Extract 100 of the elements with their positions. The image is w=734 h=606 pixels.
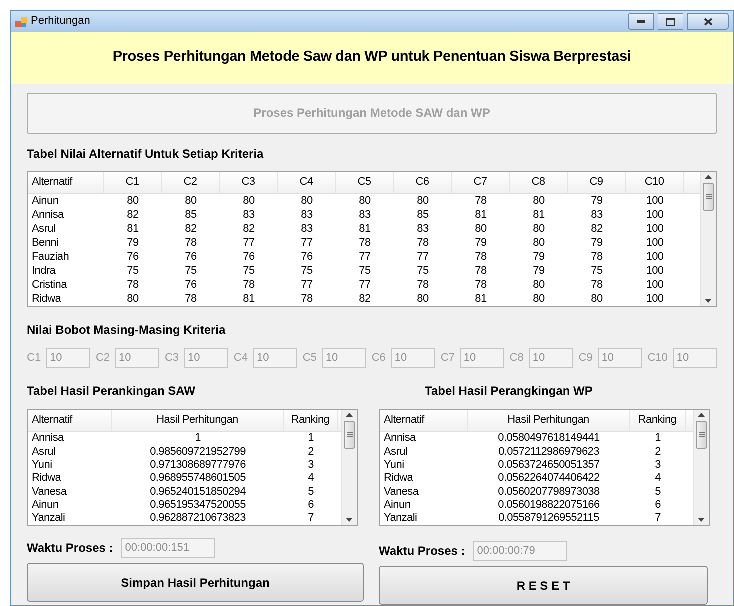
table-cell-text: 75: [184, 264, 198, 278]
column-header[interactable]: C5: [336, 172, 394, 193]
grip-icon: [698, 432, 704, 438]
table-cell-text: 80: [184, 194, 198, 208]
table-cell-text: 78: [474, 194, 488, 208]
table-cell-text: Cristina: [31, 278, 68, 292]
scroll-thumb[interactable]: [696, 420, 707, 449]
table-cell-text: Annisa: [31, 208, 66, 222]
vertical-scrollbar[interactable]: [341, 410, 357, 525]
section-title: Tabel Hasil Perangkingan WP: [425, 382, 594, 400]
table-cell-text: 100: [645, 250, 665, 264]
scroll-thumb[interactable]: [344, 420, 355, 449]
scroll-thumb[interactable]: [703, 182, 714, 211]
table-cell-text: Ainun: [383, 498, 412, 512]
table-cell-text: 77: [358, 278, 372, 292]
table-cell-text: 0.0572112986979623: [498, 445, 600, 459]
column-header[interactable]: C7: [452, 172, 510, 193]
table-cell-text: Annisa: [31, 432, 66, 446]
column-header[interactable]: Alternatif: [28, 410, 112, 431]
table-cell-text: Ainun: [31, 194, 60, 208]
table-cell-text: 80: [532, 194, 546, 208]
table-cell-text: 5: [654, 485, 662, 498]
header-title: Proses Perhitungan Metode Saw dan WP untuk Penentuan Siswa Berprestasi: [112, 48, 632, 68]
table-cell-text: 78: [242, 278, 256, 292]
scroll-up-icon[interactable]: [698, 412, 705, 417]
table-cell-text: 79: [532, 250, 546, 264]
table-cell-text: 76: [242, 250, 256, 264]
table-cell-text: 1: [307, 432, 315, 446]
table-cell-text: Ainun: [31, 498, 60, 512]
column-header[interactable]: Ranking: [630, 410, 686, 431]
table-cell-text: Fauziah: [31, 250, 70, 264]
table-cell-text: 78: [184, 292, 198, 306]
table-cell-text: 77: [300, 236, 314, 250]
table-cell-text: 0.0580497618149441: [497, 432, 601, 446]
table-cell-text: Ridwa: [31, 292, 62, 306]
field-label: C6: [372, 350, 386, 366]
table-cell-text: Annisa: [383, 432, 418, 446]
column-header[interactable]: Alternatif: [28, 172, 104, 193]
section-title: Nilai Bobot Masing-Masing Kriteria: [27, 322, 227, 339]
field-label: C8: [510, 350, 524, 366]
table-cell-text: Indra: [31, 264, 57, 278]
table-cell-text: 5: [307, 485, 315, 498]
table-cell-text: 80: [358, 194, 372, 208]
table-cell-text: 81: [126, 222, 140, 236]
column-header[interactable]: Hasil Perhitungan: [468, 410, 630, 431]
table-cell-text: 75: [300, 264, 314, 278]
scroll-down-icon[interactable]: [346, 518, 353, 522]
scroll-down-icon[interactable]: [705, 298, 712, 303]
maximize-button[interactable]: [658, 13, 683, 30]
maximize-icon: [666, 18, 675, 26]
column-header[interactable]: Alternatif: [380, 410, 468, 431]
column-header[interactable]: C9: [568, 172, 626, 193]
table-cell-text: 85: [184, 208, 198, 222]
table-cell-text: Yanzali: [383, 512, 418, 525]
minimize-button[interactable]: [628, 13, 654, 30]
table-cell-text: 83: [416, 222, 430, 236]
table-cell-text: 4: [307, 472, 315, 486]
table-cell-text: 75: [416, 264, 430, 278]
table-cell-text: 0.962887210673823: [149, 512, 247, 525]
reset-button[interactable]: R E S E T: [379, 566, 708, 605]
field-label: C9: [578, 350, 593, 366]
column-header[interactable]: C8: [510, 172, 568, 193]
table-cell-text: 80: [532, 236, 546, 250]
table-cell-text: 76: [184, 278, 198, 292]
table-cell-text: 76: [126, 250, 140, 264]
table-cell-text: Vanesa: [383, 485, 420, 498]
column-header[interactable]: Ranking: [284, 410, 338, 431]
table-cell-text: 4: [654, 472, 662, 486]
section-title: Tabel Nilai Alternatif Untuk Setiap Kriteria: [27, 146, 265, 163]
vertical-scrollbar[interactable]: [700, 172, 716, 306]
column-header[interactable]: C4: [278, 172, 336, 193]
table-cell-text: 75: [126, 264, 140, 278]
column-header[interactable]: Hasil Perhitungan: [112, 410, 284, 431]
column-header[interactable]: C3: [220, 172, 278, 193]
scroll-up-icon[interactable]: [705, 174, 712, 179]
scroll-down-icon[interactable]: [698, 518, 705, 522]
scroll-up-icon[interactable]: [346, 412, 353, 417]
table-cell-text: 2: [307, 445, 315, 459]
table-cell-text: 1: [654, 432, 662, 446]
vertical-scrollbar[interactable]: [693, 410, 709, 525]
table-cell-text: 81: [474, 208, 488, 222]
table-cell-text: 0.0560198822075166: [497, 498, 601, 512]
time-label: Waktu Proses :: [27, 540, 114, 557]
table-cell-text: 7: [307, 512, 315, 525]
table-cell-text: Asrul: [31, 222, 57, 236]
table-cell-text: 78: [416, 278, 430, 292]
column-header[interactable]: C6: [394, 172, 452, 193]
column-header[interactable]: C1: [104, 172, 162, 193]
table-cell-text: 77: [300, 278, 314, 292]
table-cell-text: 100: [645, 194, 665, 208]
table-cell-text: 80: [416, 292, 430, 306]
table-cell-text: 0.0560207798973038: [497, 485, 601, 498]
column-header[interactable]: C10: [626, 172, 684, 193]
column-header[interactable]: C2: [162, 172, 220, 193]
table-cell-text: 80: [532, 292, 546, 306]
table-cell-text: 83: [590, 208, 604, 222]
close-button[interactable]: [687, 13, 729, 30]
table-cell-text: Asrul: [383, 445, 409, 459]
save-button[interactable]: Simpan Hasil Perhitungan: [27, 563, 364, 602]
table-cell-text: 2: [654, 445, 662, 459]
